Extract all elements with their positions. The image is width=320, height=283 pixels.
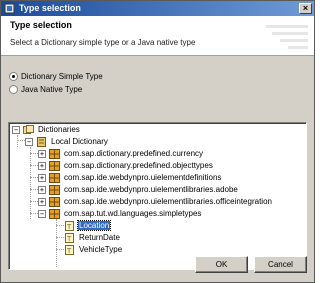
tree-label: com.sap.ide.webdynpro.uielementlibraries… bbox=[64, 185, 238, 194]
header-title: Type selection bbox=[10, 20, 72, 30]
package-icon bbox=[49, 172, 60, 183]
type-tree[interactable]: − Dictionaries − Local Dictionary + com.… bbox=[8, 122, 307, 270]
tree-label: com.sap.tut.wd.languages.simpletypes bbox=[64, 209, 202, 218]
radio-dictionary-simple-type[interactable] bbox=[9, 71, 18, 81]
tree-label: Local Dictionary bbox=[51, 137, 108, 146]
type-selection-dialog: Type selection × Type selection Select a… bbox=[0, 0, 315, 283]
simple-type-icon: T bbox=[65, 232, 74, 243]
expand-icon[interactable]: + bbox=[38, 197, 46, 206]
expand-icon[interactable]: + bbox=[38, 185, 46, 194]
radio-java-native-type[interactable] bbox=[9, 84, 18, 94]
window-title: Type selection bbox=[19, 3, 81, 13]
title-bar: Type selection × bbox=[1, 1, 314, 16]
tree-label: Dictionaries bbox=[38, 125, 80, 134]
tree-node-package[interactable]: + com.sap.ide.webdynpro.uielementdefinit… bbox=[38, 172, 222, 183]
window-icon bbox=[4, 3, 15, 14]
tree-node-package[interactable]: + com.sap.dictionary.predefined.currency bbox=[38, 148, 204, 159]
tree-label: ReturnDate bbox=[79, 233, 120, 242]
package-icon bbox=[49, 160, 60, 171]
svg-text:T: T bbox=[66, 223, 72, 231]
tree-label: VehicleType bbox=[79, 245, 123, 254]
collapse-icon[interactable]: − bbox=[25, 137, 33, 146]
expand-icon[interactable]: + bbox=[38, 173, 46, 182]
dialog-header: Type selection Select a Dictionary simpl… bbox=[1, 16, 314, 56]
tree-label: com.sap.dictionary.predefined.objecttype… bbox=[64, 161, 213, 170]
collapse-icon[interactable]: − bbox=[38, 209, 46, 218]
ok-button[interactable]: OK bbox=[195, 256, 248, 273]
package-icon bbox=[49, 196, 60, 207]
expand-icon[interactable]: + bbox=[38, 149, 46, 158]
tree-node-type-location[interactable]: T Location bbox=[64, 220, 112, 231]
tree-node-package[interactable]: − com.sap.tut.wd.languages.simpletypes bbox=[38, 208, 202, 219]
option-java-native-type[interactable]: Java Native Type bbox=[9, 83, 82, 95]
dictionaries-icon bbox=[23, 124, 34, 134]
tree-label-selected: Location bbox=[76, 220, 112, 231]
tree-node-dictionaries[interactable]: − Dictionaries bbox=[12, 124, 81, 135]
simple-type-icon: T bbox=[65, 244, 74, 255]
package-icon bbox=[49, 208, 60, 219]
tree-node-local-dictionary[interactable]: − Local Dictionary bbox=[25, 136, 109, 147]
option-label: Java Native Type bbox=[21, 84, 83, 94]
svg-text:T: T bbox=[66, 235, 72, 243]
tree-node-package[interactable]: + com.sap.dictionary.predefined.objectty… bbox=[38, 160, 214, 171]
local-dictionary-icon bbox=[37, 136, 46, 147]
tree-node-package[interactable]: + com.sap.ide.webdynpro.uielementlibrari… bbox=[38, 184, 239, 195]
collapse-icon[interactable]: − bbox=[12, 125, 20, 134]
tree-node-type-returndate[interactable]: T ReturnDate bbox=[64, 232, 121, 243]
header-banner-icon bbox=[266, 25, 308, 49]
package-icon bbox=[49, 184, 60, 195]
tree-node-package[interactable]: + com.sap.ide.webdynpro.uielementlibrari… bbox=[38, 196, 273, 207]
svg-text:T: T bbox=[66, 247, 72, 255]
tree-label: com.sap.ide.webdynpro.uielementdefinitio… bbox=[64, 173, 222, 182]
header-description: Select a Dictionary simple type or a Jav… bbox=[10, 38, 196, 47]
option-label: Dictionary Simple Type bbox=[21, 71, 103, 81]
package-icon bbox=[49, 148, 60, 159]
option-dictionary-simple-type[interactable]: Dictionary Simple Type bbox=[9, 70, 103, 82]
tree-label: com.sap.ide.webdynpro.uielementlibraries… bbox=[64, 197, 272, 206]
close-button[interactable]: × bbox=[299, 3, 312, 14]
expand-icon[interactable]: + bbox=[38, 161, 46, 170]
tree-label: com.sap.dictionary.predefined.currency bbox=[64, 149, 204, 158]
simple-type-icon: T bbox=[65, 220, 74, 231]
tree-node-type-vehicletype[interactable]: T VehicleType bbox=[64, 244, 123, 255]
cancel-button[interactable]: Cancel bbox=[254, 256, 307, 273]
